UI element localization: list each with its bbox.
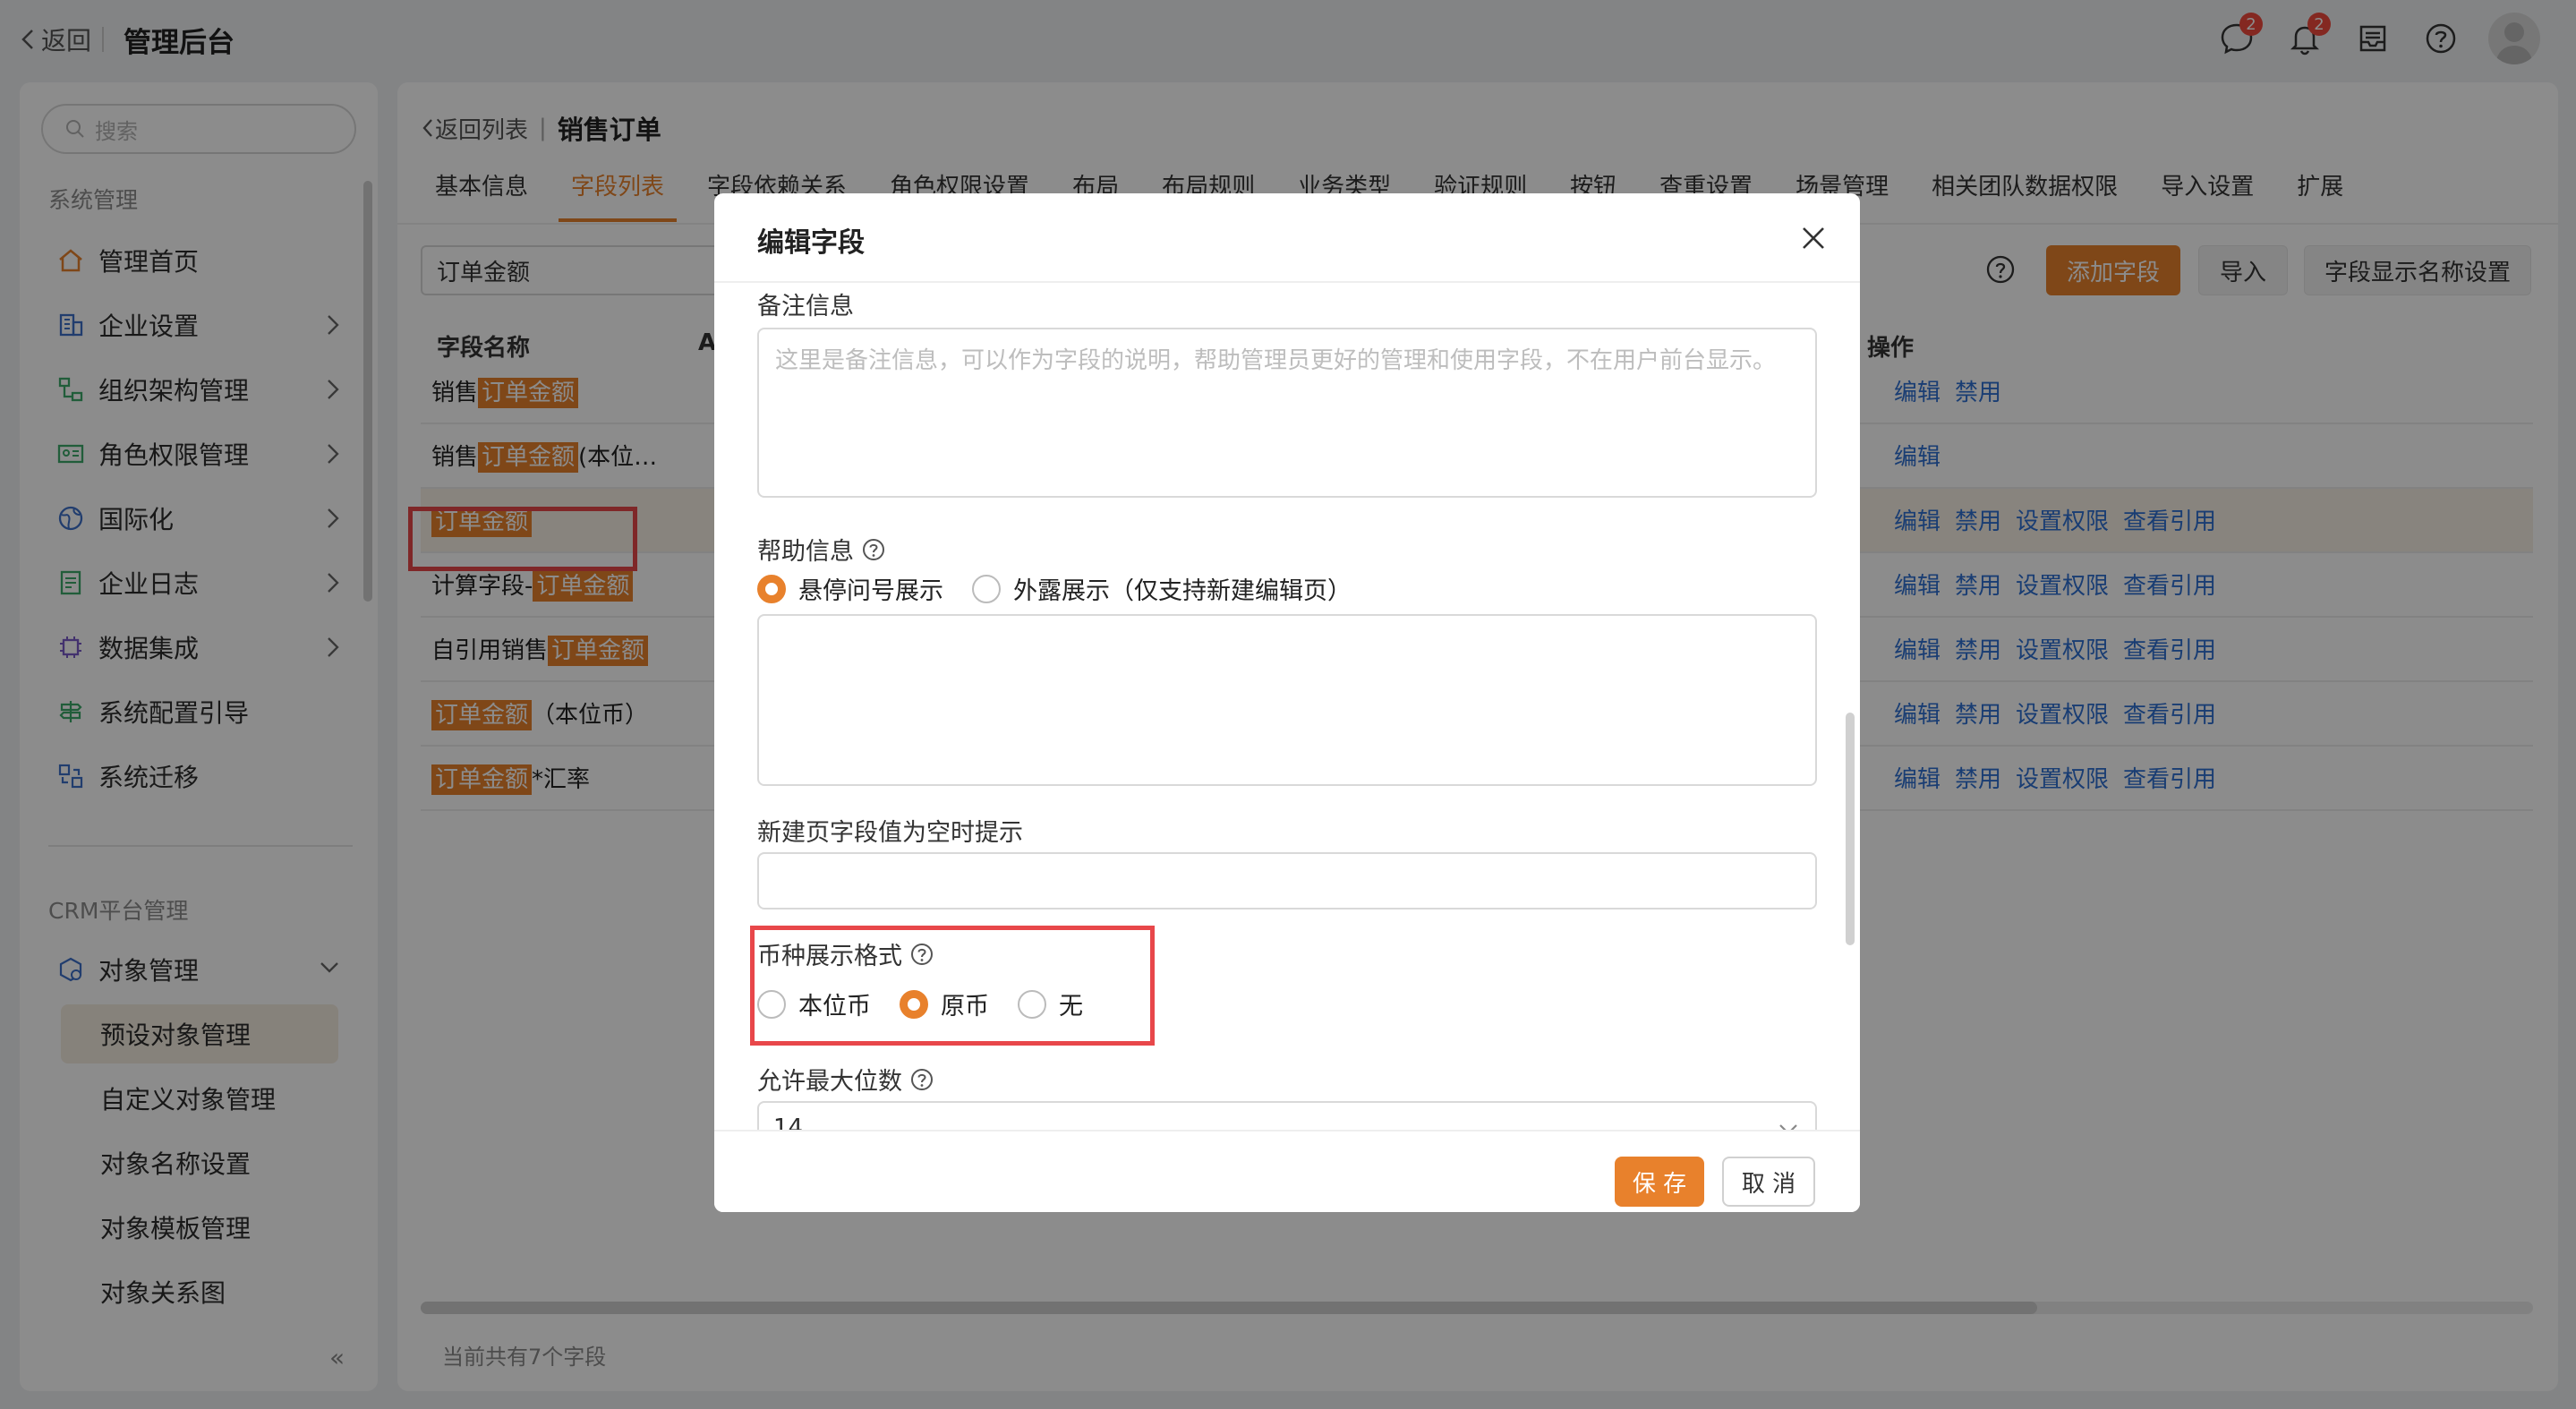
dialog-title: 编辑字段 [757, 227, 865, 259]
remark-placeholder: 这里是备注信息，可以作为字段的说明，帮助管理员更好的管理和使用字段，不在用户前台… [775, 347, 1777, 374]
question-circle-icon[interactable] [909, 1067, 934, 1092]
edit-field-dialog: 备注信息 这里是备注信息，可以作为字段的说明，帮助管理员更好的管理和使用字段，不… [714, 193, 1860, 1212]
cancel-button[interactable]: 取 消 [1722, 1157, 1815, 1207]
radio-label: 外露展示（仅支持新建编辑页） [1013, 577, 1352, 605]
help-display-radio-group: 悬停问号展示 外露展示（仅支持新建编辑页） [757, 571, 1380, 606]
help-info-label: 帮助信息 [757, 538, 854, 566]
radio-exposed-display[interactable]: 外露展示（仅支持新建编辑页） [972, 571, 1352, 606]
dialog-scrollbar[interactable] [1846, 713, 1855, 945]
help-info-label-row: 帮助信息 [757, 532, 886, 567]
max-digits-label: 允许最大位数 [757, 1068, 902, 1096]
radio-hover-question[interactable]: 悬停问号展示 [757, 571, 943, 606]
remark-textarea[interactable]: 这里是备注信息，可以作为字段的说明，帮助管理员更好的管理和使用字段，不在用户前台… [757, 328, 1817, 498]
max-digits-label-row: 允许最大位数 [757, 1062, 934, 1097]
highlight-box-currency [750, 926, 1155, 1046]
close-icon[interactable] [1799, 224, 1828, 252]
remark-label: 备注信息 [757, 293, 854, 320]
empty-hint-label: 新建页字段值为空时提示 [757, 819, 1023, 847]
empty-hint-input[interactable] [757, 852, 1817, 909]
dialog-body: 备注信息 这里是备注信息，可以作为字段的说明，帮助管理员更好的管理和使用字段，不… [714, 283, 1860, 1212]
radio-label: 悬停问号展示 [798, 577, 943, 605]
dialog-header: 编辑字段 [714, 193, 1860, 283]
radio-checked [757, 574, 786, 603]
page-root: 返回 管理后台 2 2 搜索 系统管理 管理首页 企业设置 组织架构管理 角色权… [0, 0, 2576, 1409]
save-button[interactable]: 保 存 [1615, 1157, 1704, 1207]
help-info-textarea[interactable] [757, 614, 1817, 786]
question-circle-icon[interactable] [861, 537, 886, 562]
radio-unchecked [972, 574, 1001, 603]
dialog-footer: 保 存 取 消 [714, 1130, 1860, 1212]
